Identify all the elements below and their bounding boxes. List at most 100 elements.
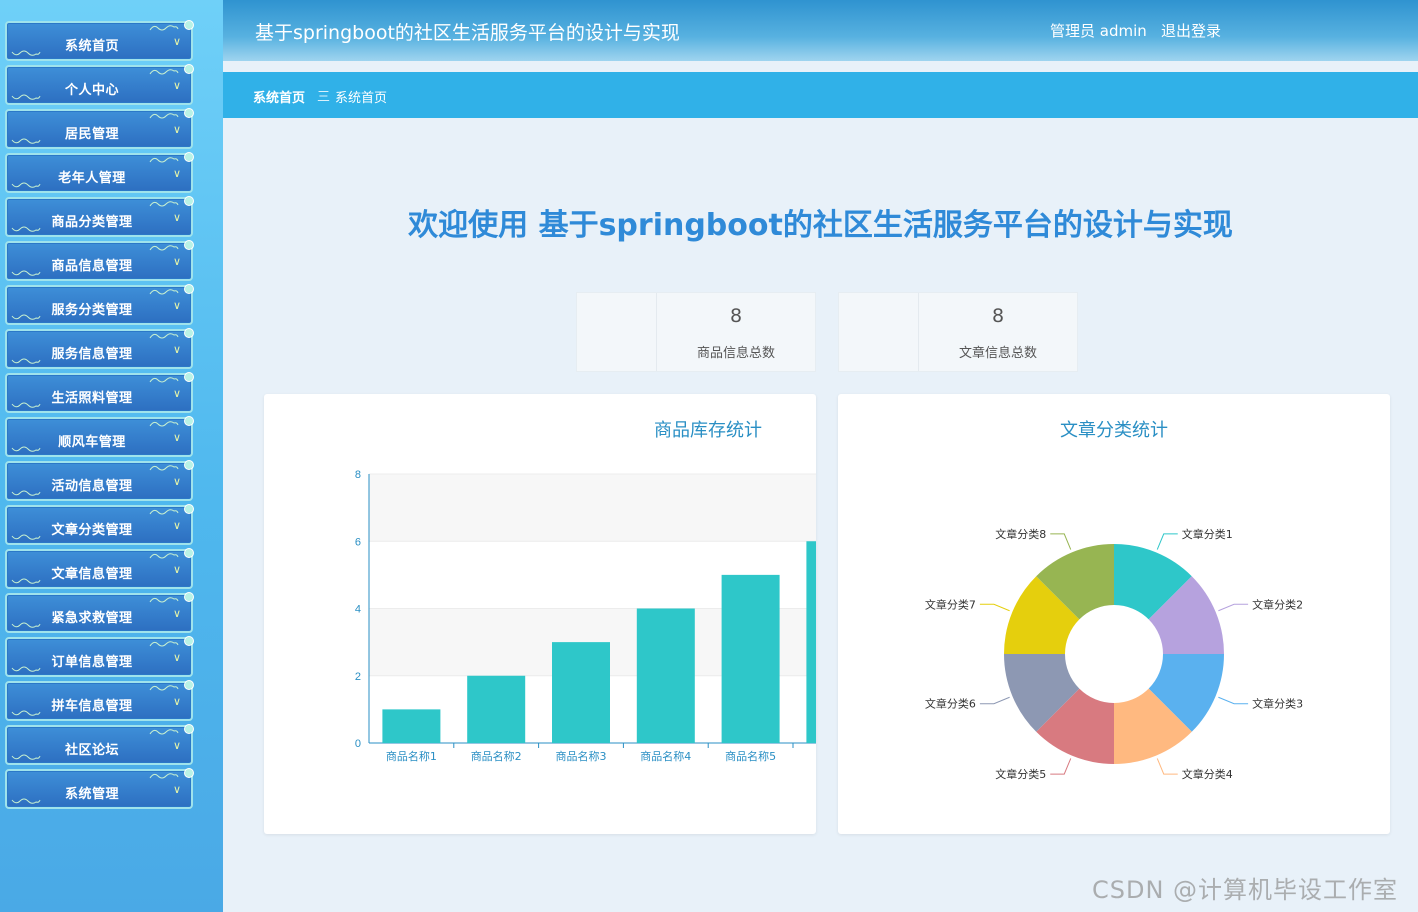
sidebar-item-label: 老年人管理 xyxy=(58,171,126,186)
breadcrumb-separator: 三 xyxy=(317,90,331,105)
ornament-dot-icon xyxy=(184,240,194,250)
ornament-dot-icon xyxy=(184,108,194,118)
pie-label-line xyxy=(979,603,1010,612)
ornament-dot-icon xyxy=(184,636,194,646)
stat-card-goods: 8 商品信息总数 xyxy=(576,292,816,372)
breadcrumb-current: 系统首页 xyxy=(335,91,388,106)
sidebar-item-label: 居民管理 xyxy=(64,127,119,142)
chevron-down-icon: ∨ xyxy=(172,343,181,356)
chevron-down-icon: ∨ xyxy=(172,79,181,92)
bar xyxy=(552,642,610,743)
pie-label: 文章分类7 xyxy=(925,597,976,611)
pie-chart-panel: 文章分类统计 文章分类1 文章分类2 文章分类3 文章分类4 文章分类5 文章分类6 文章分… xyxy=(838,394,1390,834)
pie-label: 文章分类1 xyxy=(1182,527,1233,541)
ornament-icon xyxy=(149,509,179,515)
breadcrumb-home[interactable]: 系统首页 xyxy=(253,87,305,106)
sidebar-item-label: 订单信息管理 xyxy=(51,655,133,670)
sidebar-item[interactable]: 商品信息管理 ∨ xyxy=(5,240,194,281)
sidebar-item[interactable]: 活动信息管理 ∨ xyxy=(5,460,194,501)
ornament-icon xyxy=(149,377,179,383)
sidebar-item[interactable]: 老年人管理 ∨ xyxy=(5,152,194,193)
chevron-down-icon: ∨ xyxy=(172,255,181,268)
sidebar-item[interactable]: 系统首页 ∨ xyxy=(5,20,194,61)
logout-link[interactable]: 退出登录 xyxy=(1161,20,1221,41)
x-tick-label: 商品名称2 xyxy=(471,749,522,763)
ornament-dot-icon xyxy=(184,64,194,74)
sidebar-item[interactable]: 生活照料管理 ∨ xyxy=(5,372,194,413)
sidebar-item[interactable]: 文章信息管理 ∨ xyxy=(5,548,194,589)
ornament-dot-icon xyxy=(184,724,194,734)
bar-chart-title: 商品库存统计 xyxy=(654,420,762,441)
bar xyxy=(721,574,780,743)
sidebar-item[interactable]: 服务信息管理 ∨ xyxy=(5,328,194,369)
chevron-down-icon: ∨ xyxy=(172,35,181,48)
ornament-dot-icon xyxy=(184,768,194,778)
ornament-icon xyxy=(149,157,179,163)
sidebar-item[interactable]: 顺风车管理 ∨ xyxy=(5,416,194,457)
current-user: 管理员 admin xyxy=(1050,22,1147,40)
pie-label: 文章分类6 xyxy=(925,697,976,711)
sidebar-item[interactable]: 系统管理 ∨ xyxy=(5,768,194,809)
sidebar: 系统首页 ∨ 个人中心 ∨ 居民管理 ∨ 老年人管理 ∨ 商品分类管理 ∨ 商品信息管理 ∨ 服务分类管… xyxy=(0,0,223,912)
ornament-icon xyxy=(149,25,179,31)
sidebar-item-label: 系统首页 xyxy=(64,39,119,54)
sidebar-item-label: 社区论坛 xyxy=(64,743,119,758)
sidebar-item[interactable]: 文章分类管理 ∨ xyxy=(5,504,194,545)
sidebar-item[interactable]: 居民管理 ∨ xyxy=(5,108,194,149)
sidebar-item[interactable]: 订单信息管理 ∨ xyxy=(5,636,194,677)
ornament-dot-icon xyxy=(184,504,194,514)
stat-label: 商品信息总数 xyxy=(696,346,775,361)
ornament-icon xyxy=(149,245,179,251)
chevron-down-icon: ∨ xyxy=(172,651,181,664)
sidebar-item-label: 拼车信息管理 xyxy=(51,699,133,714)
pie-label: 文章分类4 xyxy=(1182,767,1233,781)
ornament-dot-icon xyxy=(184,592,194,602)
ornament-icon xyxy=(149,465,179,471)
chevron-down-icon: ∨ xyxy=(172,563,181,576)
chevron-down-icon: ∨ xyxy=(172,695,181,708)
chevron-down-icon: ∨ xyxy=(172,123,181,136)
bar xyxy=(636,608,695,743)
x-tick-label: 商品名称3 xyxy=(556,749,607,763)
ornament-icon xyxy=(149,69,179,75)
sidebar-item-label: 活动信息管理 xyxy=(51,479,133,494)
ornament-dot-icon xyxy=(184,460,194,470)
ornament-dot-icon xyxy=(184,416,194,426)
sidebar-item-label: 商品信息管理 xyxy=(51,259,133,274)
sidebar-item[interactable]: 服务分类管理 ∨ xyxy=(5,284,194,325)
sidebar-item-label: 服务信息管理 xyxy=(51,347,133,362)
pie-label: 文章分类2 xyxy=(1252,597,1303,611)
x-tick-label: 商品名称4 xyxy=(640,749,691,763)
watermark: CSDN @计算机毕设工作室 xyxy=(1092,876,1399,904)
sidebar-item[interactable]: 个人中心 ∨ xyxy=(5,64,194,105)
sidebar-item-label: 系统管理 xyxy=(64,787,119,802)
sidebar-item[interactable]: 紧急求救管理 ∨ xyxy=(5,592,194,633)
ornament-icon xyxy=(149,773,179,779)
sidebar-item[interactable]: 商品分类管理 ∨ xyxy=(5,196,194,237)
x-tick-label: 商品名称5 xyxy=(725,749,776,763)
pie-label-line xyxy=(1218,696,1249,705)
chevron-down-icon: ∨ xyxy=(172,167,181,180)
bar xyxy=(382,709,441,743)
pie-label-line xyxy=(1218,603,1249,612)
y-tick-label: 4 xyxy=(355,604,361,616)
app-title: 基于springboot的社区生活服务平台的设计与实现 xyxy=(255,22,680,44)
ornament-dot-icon xyxy=(184,284,194,294)
pie-label-line xyxy=(979,696,1010,705)
ornament-icon xyxy=(149,553,179,559)
sidebar-item-label: 文章分类管理 xyxy=(51,523,133,538)
ornament-icon xyxy=(149,729,179,735)
y-tick-label: 2 xyxy=(355,671,361,683)
chevron-down-icon: ∨ xyxy=(172,475,181,488)
sidebar-item[interactable]: 拼车信息管理 ∨ xyxy=(5,680,194,721)
sidebar-item[interactable]: 社区论坛 ∨ xyxy=(5,724,194,765)
ornament-icon xyxy=(149,597,179,603)
y-tick-label: 6 xyxy=(355,536,361,548)
bar-chart-panel: 商品库存统计 02468商品名称1商品名称2商品名称3商品名称4商品名称5商 xyxy=(264,394,816,834)
x-tick-label: 商品名称1 xyxy=(386,749,437,763)
pie-label-line xyxy=(1156,533,1178,550)
sidebar-item-label: 文章信息管理 xyxy=(51,567,133,582)
ornament-icon xyxy=(149,333,179,339)
pie-label: 文章分类8 xyxy=(995,527,1046,541)
chevron-down-icon: ∨ xyxy=(172,607,181,620)
